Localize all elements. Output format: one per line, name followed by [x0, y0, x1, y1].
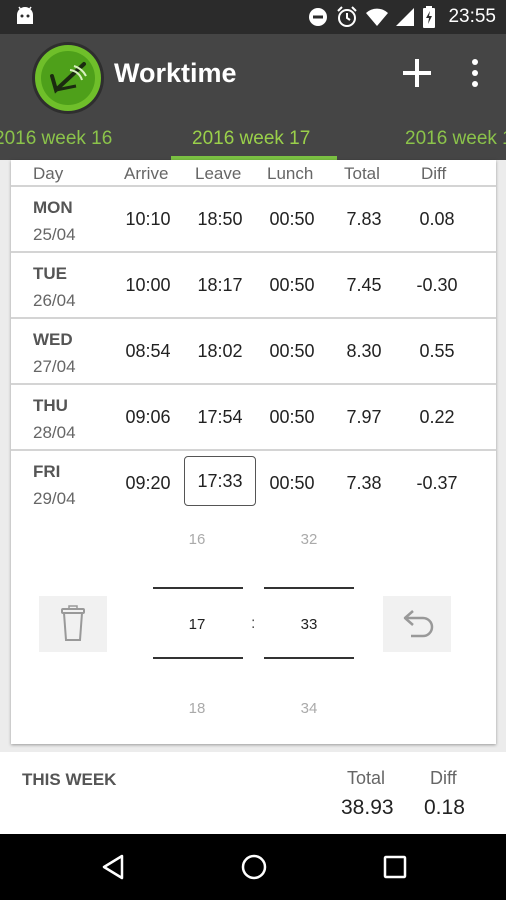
hour-input[interactable]: 17	[152, 616, 242, 633]
status-bar: 23:55	[0, 0, 506, 34]
diff-value: 0.55	[419, 341, 455, 361]
do-not-disturb-icon	[309, 8, 328, 26]
recents-icon[interactable]	[382, 854, 408, 880]
leave-time[interactable]: 18:17	[185, 275, 255, 296]
navigation-bar	[0, 834, 506, 900]
header-lunch: Lunch	[267, 164, 314, 183]
trash-icon	[61, 605, 85, 641]
tab-current-week[interactable]: 2016 week 17	[192, 128, 310, 150]
battery-charging-icon	[423, 6, 436, 28]
hour-divider-bottom	[153, 657, 243, 659]
lunch-time[interactable]: 00:50	[257, 407, 327, 428]
day-date: 25/04	[33, 225, 76, 244]
leave-time[interactable]: 18:50	[185, 209, 255, 230]
arrive-time[interactable]: 09:20	[113, 473, 183, 494]
app-title: Worktime	[114, 58, 237, 88]
undo-icon	[403, 610, 434, 638]
table-row[interactable]: WED 27/04 08:54 18:02 00:50 8.30 0.55	[11, 317, 496, 383]
wifi-icon	[366, 8, 389, 26]
day-date: 26/04	[33, 291, 76, 310]
minute-input[interactable]: 33	[264, 616, 354, 633]
header-arrive: Arrive	[124, 164, 169, 183]
total-value: 7.97	[346, 407, 382, 427]
this-week-label: THIS WEEK	[22, 770, 117, 789]
week-tabs: 2016 week 16 2016 week 17 2016 week 18	[0, 122, 506, 160]
arrive-time[interactable]: 08:54	[113, 341, 183, 362]
day-name: WED	[33, 330, 73, 349]
header-leave: Leave	[195, 164, 242, 183]
total-label: Total	[347, 768, 386, 788]
minute-divider-top	[264, 587, 354, 589]
minute-divider-bottom	[264, 657, 354, 659]
undo-button[interactable]	[383, 596, 451, 652]
lunch-time[interactable]: 00:50	[257, 209, 327, 230]
table-row[interactable]: THU 28/04 09:06 17:54 00:50 7.97 0.22	[11, 383, 496, 449]
minute-previous[interactable]: 32	[264, 531, 354, 548]
more-options-icon[interactable]	[462, 54, 488, 94]
home-icon[interactable]	[240, 853, 268, 881]
day-name: TUE	[33, 264, 67, 283]
day-name: MON	[33, 198, 73, 217]
back-icon[interactable]	[100, 854, 126, 880]
day-rows: MON 25/04 10:10 18:50 00:50 7.83 0.08 TU…	[11, 185, 496, 515]
tab-next-week[interactable]: 2016 week 18	[405, 128, 506, 150]
leave-time[interactable]: 17:54	[185, 407, 255, 428]
arrive-time[interactable]: 10:10	[113, 209, 183, 230]
tab-previous-week[interactable]: 2016 week 16	[0, 128, 112, 150]
total-value: 7.45	[346, 275, 382, 295]
arrive-time[interactable]: 10:00	[113, 275, 183, 296]
total-value: 8.30	[346, 341, 382, 361]
table-header: Day Arrive Leave Lunch Total Diff	[11, 162, 496, 186]
lunch-time[interactable]: 00:50	[257, 275, 327, 296]
leave-time-selected[interactable]: 17:33	[184, 456, 256, 506]
leave-time[interactable]: 18:02	[185, 341, 255, 362]
delete-button[interactable]	[39, 596, 107, 652]
day-name: FRI	[33, 462, 61, 481]
week-summary: THIS WEEK Total Diff 38.93 0.18	[0, 752, 506, 834]
header-diff: Diff	[421, 164, 447, 183]
time-separator: :	[251, 615, 256, 632]
header-day: Day	[33, 164, 64, 183]
arrive-time[interactable]: 09:06	[113, 407, 183, 428]
lunch-time[interactable]: 00:50	[257, 341, 327, 362]
day-name: THU	[33, 396, 68, 415]
total-value: 7.38	[346, 473, 382, 493]
total-value: 7.83	[346, 209, 382, 229]
diff-value: 0.22	[419, 407, 455, 427]
day-date: 28/04	[33, 423, 76, 442]
table-row[interactable]: FRI 29/04 09:20 17:33 00:50 7.38 -0.37	[11, 449, 496, 515]
diff-value: -0.37	[416, 473, 458, 493]
lunch-time[interactable]: 00:50	[257, 473, 327, 494]
app-bar: Worktime 2016 week 16 2016 week 17 2016 …	[0, 34, 506, 160]
week-card: Day Arrive Leave Lunch Total Diff MON 25…	[11, 160, 496, 744]
worktime-logo-icon	[32, 42, 104, 114]
hour-previous[interactable]: 16	[152, 531, 242, 548]
header-total: Total	[344, 164, 380, 183]
alarm-icon	[337, 6, 358, 27]
diff-value: -0.30	[416, 275, 458, 295]
table-row[interactable]: MON 25/04 10:10 18:50 00:50 7.83 0.08	[11, 185, 496, 251]
status-time: 23:55	[448, 6, 496, 27]
android-icon	[17, 6, 33, 24]
day-date: 27/04	[33, 357, 76, 376]
week-total-value: 38.93	[341, 796, 394, 819]
minute-next[interactable]: 34	[264, 700, 354, 717]
add-button[interactable]	[398, 54, 436, 92]
table-row[interactable]: TUE 26/04 10:00 18:17 00:50 7.45 -0.30	[11, 251, 496, 317]
cell-signal-icon	[396, 8, 415, 26]
week-diff-value: 0.18	[424, 796, 465, 819]
diff-label: Diff	[430, 768, 457, 788]
hour-divider-top	[153, 587, 243, 589]
day-date: 29/04	[33, 489, 76, 508]
diff-value: 0.08	[419, 209, 455, 229]
hour-next[interactable]: 18	[152, 700, 242, 717]
